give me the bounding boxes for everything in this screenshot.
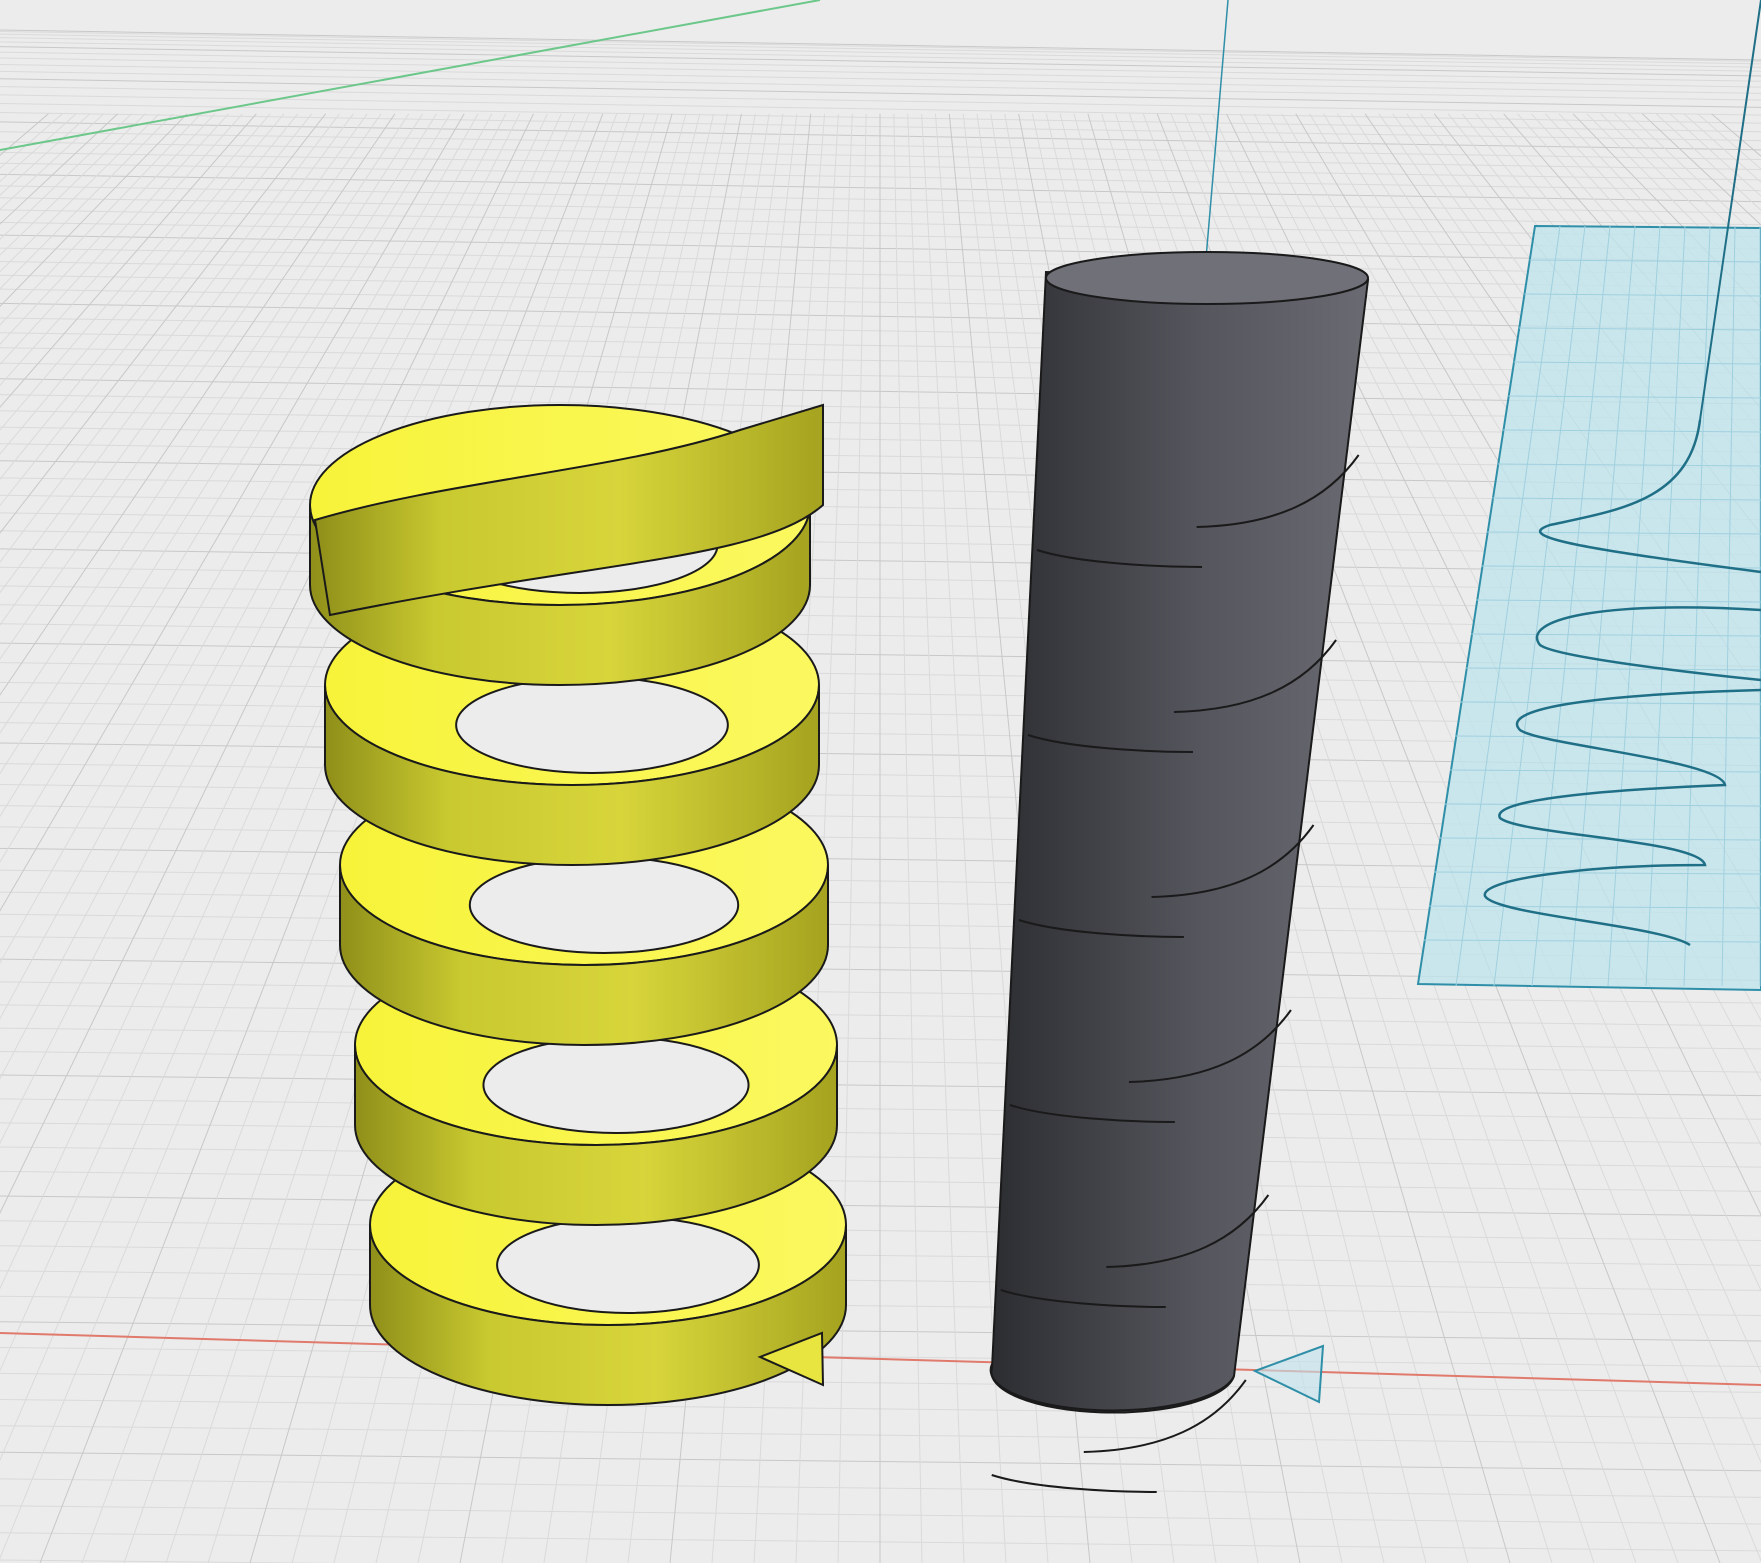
grid-line xyxy=(0,113,354,594)
cylinder-top-face[interactable] xyxy=(1045,251,1369,305)
helix-turn-hole xyxy=(468,856,740,954)
grid-line xyxy=(0,63,1761,94)
helix-ribbon[interactable] xyxy=(309,403,847,1406)
grid-line xyxy=(0,113,299,480)
grid-line xyxy=(0,113,49,156)
3d-viewport[interactable] xyxy=(0,0,1761,1563)
grid-line xyxy=(0,113,119,225)
grid-line xyxy=(0,113,368,626)
grid-line xyxy=(0,33,1761,65)
helix-turn-hole xyxy=(482,1036,750,1134)
scene-canvas[interactable] xyxy=(0,0,1761,1563)
helix-turn-hole xyxy=(455,676,729,774)
cylinder[interactable] xyxy=(989,251,1370,1493)
grid-line xyxy=(0,113,257,408)
grid-line xyxy=(0,113,188,308)
grid-line xyxy=(0,113,216,345)
grid-line xyxy=(0,113,340,563)
grid-line xyxy=(0,29,1761,61)
grid-line xyxy=(0,46,1761,77)
grid-line xyxy=(0,113,229,365)
helix-turn-hole xyxy=(496,1216,760,1314)
grid-line xyxy=(0,113,382,660)
grid-line xyxy=(0,113,105,210)
grid-line xyxy=(0,113,146,256)
grid-line xyxy=(837,113,867,1563)
grid-line xyxy=(0,113,410,734)
grid-line xyxy=(0,70,1761,101)
sketch-plane[interactable] xyxy=(1416,0,1761,992)
grid-line xyxy=(0,113,160,273)
grid-line xyxy=(0,113,396,696)
grid-line xyxy=(0,113,91,196)
triangle-marker-icon[interactable] xyxy=(1252,1344,1325,1404)
y-axis-line xyxy=(0,0,821,151)
grid-line xyxy=(0,113,63,169)
